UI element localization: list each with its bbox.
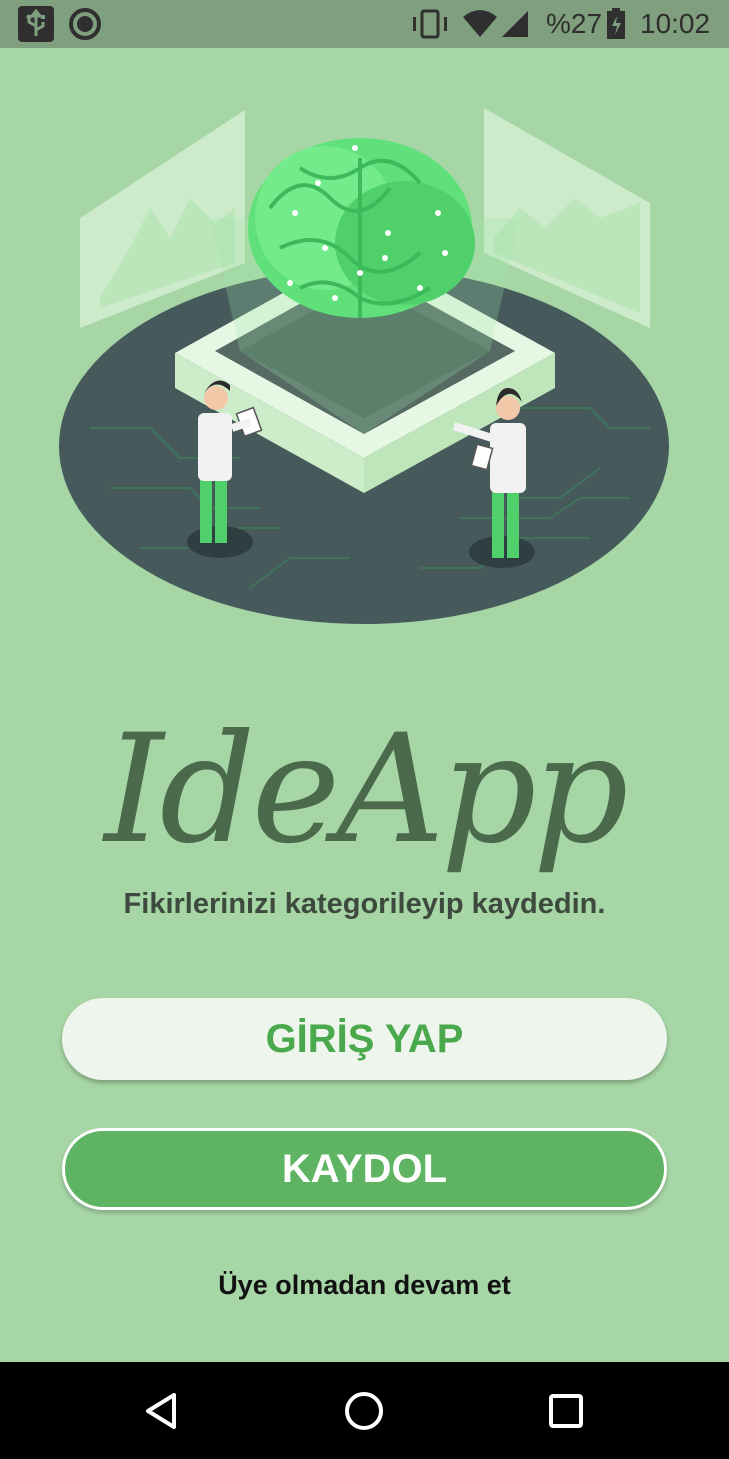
sync-icon (68, 0, 102, 48)
usb-icon (18, 0, 54, 48)
clock: 10:02 (640, 8, 711, 39)
app-logo: IdeApp (104, 703, 628, 877)
recents-icon[interactable] (506, 1362, 626, 1459)
hero-illustration (0, 48, 729, 668)
battery-percent: %27 (546, 8, 603, 39)
home-icon[interactable] (304, 1362, 424, 1459)
brain-platform-illustration (59, 108, 669, 624)
signal-icon (500, 0, 530, 48)
app-tagline: Fikirlerinizi kategorileyip kaydedin. (123, 888, 606, 920)
navigation-bar (0, 1362, 729, 1459)
login-button[interactable]: GİRİŞ YAP (62, 998, 667, 1080)
wifi-icon (462, 0, 498, 48)
battery-icon (606, 0, 626, 48)
continue-as-guest-link[interactable]: Üye olmadan devam et (0, 1270, 729, 1301)
register-button[interactable]: KAYDOL (62, 1128, 667, 1210)
vibrate-icon (410, 0, 450, 48)
status-bar: %27 10:02 (0, 0, 729, 48)
back-icon[interactable] (102, 1362, 222, 1459)
